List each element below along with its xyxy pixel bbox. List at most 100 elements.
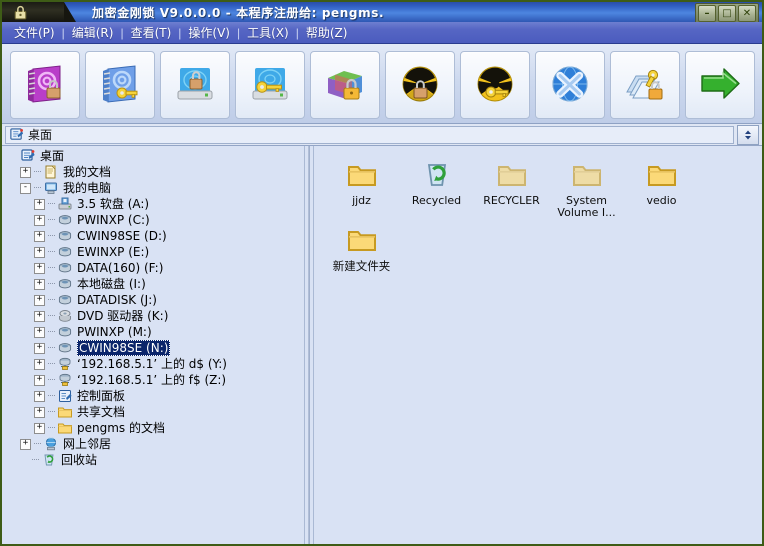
tree-item-label: 我的电脑 — [63, 180, 111, 196]
toolbar-unlock-destroy[interactable] — [460, 51, 530, 119]
tree-connector — [48, 395, 55, 397]
tree-connector — [48, 411, 55, 413]
harddisk-icon — [57, 276, 73, 292]
tree-item-icon — [43, 180, 59, 196]
notebook-lock-icon — [22, 62, 68, 108]
toolbar-run[interactable] — [685, 51, 755, 119]
expand-toggle-icon[interactable]: + — [34, 375, 45, 386]
menu-file[interactable]: 文件(P) — [8, 23, 61, 42]
expand-toggle-icon[interactable]: + — [34, 295, 45, 306]
collapse-toggle-icon[interactable]: - — [20, 183, 31, 194]
file-item[interactable]: 新建文件夹 — [324, 219, 399, 272]
tree-item-label: CWIN98SE (N:) — [77, 340, 170, 356]
expand-toggle-icon[interactable]: + — [20, 167, 31, 178]
close-button[interactable]: ✕ — [738, 5, 756, 22]
harddisk-icon — [57, 228, 73, 244]
tree-item[interactable]: 桌面 — [2, 148, 304, 164]
tree-item[interactable]: 回收站 — [2, 452, 304, 468]
tree-item[interactable]: +EWINXP (E:) — [2, 244, 304, 260]
expand-toggle-icon[interactable]: + — [34, 391, 45, 402]
tree-item[interactable]: +共享文档 — [2, 404, 304, 420]
mydocs-icon — [43, 164, 59, 180]
radiation-lock-icon — [397, 62, 443, 108]
expand-toggle-icon[interactable]: + — [20, 439, 31, 450]
menu-view[interactable]: 查看(T) — [125, 23, 178, 42]
file-item[interactable]: Recycled — [399, 154, 474, 219]
minimize-button[interactable]: – — [698, 5, 716, 22]
folder-key-lock-icon — [622, 62, 668, 108]
file-item-icon — [346, 158, 378, 192]
tree-connector — [32, 459, 39, 461]
tree-connector — [48, 331, 55, 333]
tree-item[interactable]: +本地磁盘 (I:) — [2, 276, 304, 292]
file-item[interactable]: System Volume I... — [549, 154, 624, 219]
tree-connector — [34, 171, 41, 173]
tree-item-label: DATA(160) (F:) — [77, 260, 163, 276]
tree-item[interactable]: + pengms 的文档 — [2, 420, 304, 436]
tree-toggle-placeholder — [20, 456, 29, 465]
tree-connector — [34, 187, 41, 189]
expand-toggle-icon[interactable]: + — [34, 359, 45, 370]
tree-item[interactable]: +控制面板 — [2, 388, 304, 404]
maximize-button[interactable]: □ — [718, 5, 736, 22]
expand-toggle-icon[interactable]: + — [34, 199, 45, 210]
tree-item-icon — [57, 260, 73, 276]
expand-toggle-icon[interactable]: + — [34, 279, 45, 290]
toolbar-lock-destroy[interactable] — [385, 51, 455, 119]
harddisk-icon — [57, 212, 73, 228]
expand-toggle-icon[interactable]: + — [34, 263, 45, 274]
menu-tools[interactable]: 工具(X) — [241, 23, 295, 42]
menu-help[interactable]: 帮助(Z) — [300, 23, 354, 42]
harddisk-icon — [57, 292, 73, 308]
address-dropdown-button[interactable] — [737, 125, 759, 145]
expand-toggle-icon[interactable]: + — [34, 407, 45, 418]
file-item-icon — [421, 158, 453, 192]
panel-splitter[interactable] — [305, 146, 313, 545]
tree-item[interactable]: + DATADISK (J:) — [2, 292, 304, 308]
expand-toggle-icon[interactable]: + — [34, 343, 45, 354]
file-item-label: RECYCLER — [476, 195, 548, 207]
file-item-icon — [346, 223, 378, 257]
file-item[interactable]: RECYCLER — [474, 154, 549, 219]
tree-item[interactable]: +DVD 驱动器 (K:) — [2, 308, 304, 324]
folder-tree-panel[interactable]: 桌面+我的文档-我的电脑+3.5 软盘 (A:)+PWINXP (C:)+CWI… — [2, 146, 305, 545]
toolbar-encrypt-notebook[interactable] — [10, 51, 80, 119]
archive-lock-icon — [322, 62, 368, 108]
toolbar-decrypt-notebook[interactable] — [85, 51, 155, 119]
menu-operate[interactable]: 操作(V) — [182, 23, 236, 42]
expand-toggle-icon[interactable]: + — [34, 311, 45, 322]
tree-item-label: 3.5 软盘 (A:) — [77, 196, 149, 212]
address-input[interactable]: 桌面 — [5, 126, 734, 144]
tree-item[interactable]: +‘192.168.5.1’ 上的 d$ (Y:) — [2, 356, 304, 372]
tree-item-icon — [57, 324, 73, 340]
tree-item[interactable]: +3.5 软盘 (A:) — [2, 196, 304, 212]
menu-edit[interactable]: 编辑(R) — [66, 23, 120, 42]
tree-connector — [48, 299, 55, 301]
tree-item[interactable]: +PWINXP (C:) — [2, 212, 304, 228]
tree-item[interactable]: +CWIN98SE (D:) — [2, 228, 304, 244]
file-list-panel[interactable]: jjdzRecycledRECYCLERSystem Volume I...ve… — [313, 146, 762, 545]
file-item[interactable]: vedio — [624, 154, 699, 219]
expand-toggle-icon[interactable]: + — [34, 215, 45, 226]
tree-item[interactable]: +网上邻居 — [2, 436, 304, 452]
expand-toggle-icon[interactable]: + — [34, 247, 45, 258]
expand-toggle-icon[interactable]: + — [34, 231, 45, 242]
tree-item-icon — [41, 452, 57, 468]
tree-item[interactable]: + DATA(160) (F:) — [2, 260, 304, 276]
file-item[interactable]: jjdz — [324, 154, 399, 219]
tree-item[interactable]: - 我的电脑 — [2, 180, 304, 196]
toolbar-lock-disk[interactable] — [160, 51, 230, 119]
disk-lock-icon — [172, 62, 218, 108]
tree-item[interactable]: +我的文档 — [2, 164, 304, 180]
tree-item[interactable]: +PWINXP (M:) — [2, 324, 304, 340]
tree-item[interactable]: + CWIN98SE (N:) — [2, 340, 304, 356]
expand-toggle-icon[interactable]: + — [34, 423, 45, 434]
tree-item-label: DATADISK (J:) — [77, 292, 157, 308]
toolbar-unlock-disk[interactable] — [235, 51, 305, 119]
toolbar-network-disable[interactable] — [535, 51, 605, 119]
toolbar-folder-protect[interactable] — [610, 51, 680, 119]
tree-item[interactable]: +‘192.168.5.1’ 上的 f$ (Z:) — [2, 372, 304, 388]
toolbar-lock-archive[interactable] — [310, 51, 380, 119]
expand-toggle-icon[interactable]: + — [34, 327, 45, 338]
tree-item-label: pengms 的文档 — [77, 420, 165, 436]
